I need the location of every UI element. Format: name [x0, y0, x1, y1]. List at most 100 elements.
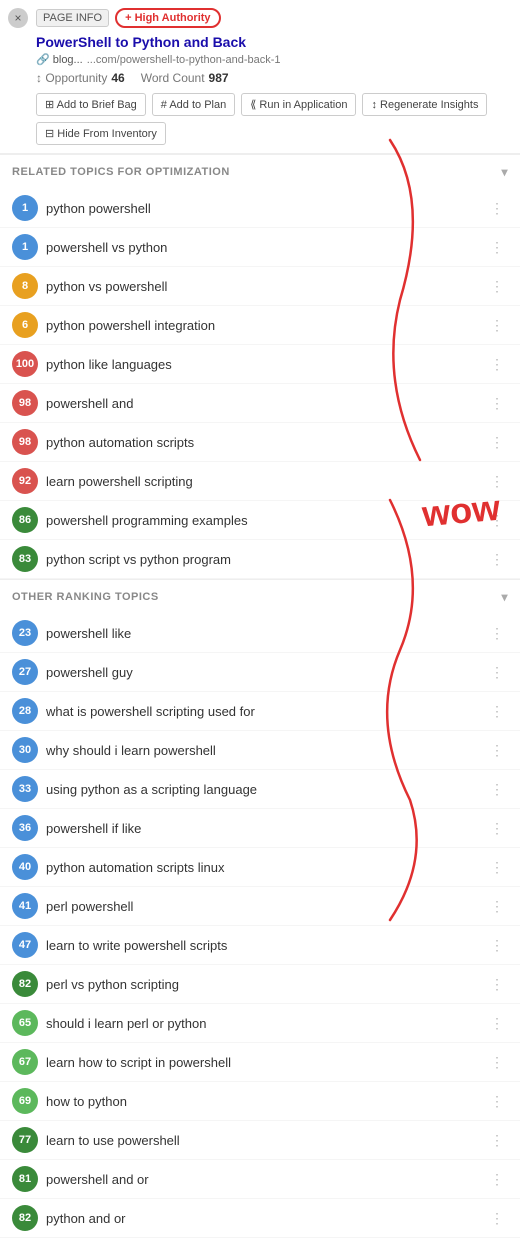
topic-menu-icon[interactable]: ⋮ — [486, 198, 508, 219]
topic-text: python automation scripts linux — [46, 860, 478, 875]
topic-menu-icon[interactable]: ⋮ — [486, 354, 508, 375]
score-badge: 92 — [12, 468, 38, 494]
other-ranking-header: OTHER RANKING TOPICS ▾ — [0, 579, 520, 614]
score-badge: 98 — [12, 429, 38, 455]
list-item: 81powershell and or⋮ — [0, 1160, 520, 1199]
topic-text: powershell and — [46, 396, 478, 411]
topic-text: powershell if like — [46, 821, 478, 836]
list-item: 28 what is powershell scripting used for ⋮ — [0, 692, 520, 731]
topic-menu-icon[interactable]: ⋮ — [486, 1130, 508, 1151]
related-topics-label: RELATED TOPICS FOR OPTIMIZATION — [12, 166, 230, 178]
topic-text: learn how to script in powershell — [46, 1055, 478, 1070]
topic-menu-icon[interactable]: ⋮ — [486, 276, 508, 297]
hide-row: ⊟ Hide From Inventory — [36, 122, 508, 145]
list-item: 82perl vs python scripting⋮ — [0, 965, 520, 1004]
opportunity-label: ↕ Opportunity — [36, 71, 107, 85]
metrics-row: ↕ Opportunity 46 Word Count 987 — [36, 71, 508, 85]
topic-menu-icon[interactable]: ⋮ — [486, 432, 508, 453]
opportunity-metric: ↕ Opportunity 46 — [36, 71, 125, 85]
topic-menu-icon[interactable]: ⋮ — [486, 1208, 508, 1229]
word-count-label: Word Count — [141, 71, 205, 85]
topic-menu-icon[interactable]: ⋮ — [486, 818, 508, 839]
list-item: 67 learn how to script in powershell ⋮ — [0, 1043, 520, 1082]
topic-text: powershell programming examples — [46, 513, 478, 528]
topic-menu-icon[interactable]: ⋮ — [486, 510, 508, 531]
topic-menu-icon[interactable]: ⋮ — [486, 857, 508, 878]
topic-text: what is powershell scripting used for — [46, 704, 478, 719]
topic-menu-icon[interactable]: ⋮ — [486, 1169, 508, 1190]
hide-inventory-button[interactable]: ⊟ Hide From Inventory — [36, 122, 166, 145]
topic-menu-icon[interactable]: ⋮ — [486, 896, 508, 917]
other-ranking-chevron[interactable]: ▾ — [501, 590, 508, 604]
score-badge: 69 — [12, 1088, 38, 1114]
topic-text: why should i learn powershell — [46, 743, 478, 758]
score-badge: 83 — [12, 546, 38, 572]
add-plan-button[interactable]: # Add to Plan — [152, 93, 235, 116]
score-badge: 67 — [12, 1049, 38, 1075]
score-badge: 8 — [12, 273, 38, 299]
url-label: 🔗 blog... — [36, 53, 83, 66]
score-badge: 36 — [12, 815, 38, 841]
list-item: 47learn to write powershell scripts⋮ — [0, 926, 520, 965]
list-item: 92 learn powershell scripting ⋮ — [0, 462, 520, 501]
topic-text: learn powershell scripting — [46, 474, 478, 489]
list-item: 27 powershell guy ⋮ — [0, 653, 520, 692]
score-badge: 30 — [12, 737, 38, 763]
close-button[interactable]: × — [8, 8, 28, 28]
score-badge: 98 — [12, 390, 38, 416]
topic-menu-icon[interactable]: ⋮ — [486, 623, 508, 644]
topic-menu-icon[interactable]: ⋮ — [486, 935, 508, 956]
score-badge: 28 — [12, 698, 38, 724]
other-ranking-list: 23powershell like⋮27powershell guy⋮28wha… — [0, 614, 520, 1238]
topic-text: python and or — [46, 1211, 478, 1226]
related-topics-chevron[interactable]: ▾ — [501, 165, 508, 179]
other-ranking-label: OTHER RANKING TOPICS — [12, 591, 159, 603]
topic-text: python script vs python program — [46, 552, 478, 567]
topic-text: python vs powershell — [46, 279, 478, 294]
page-info-tag: PAGE INFO — [36, 9, 109, 27]
list-item: 6python powershell integration⋮ — [0, 306, 520, 345]
actions-row: ⊞ Add to Brief Bag # Add to Plan ⟪ Run i… — [36, 93, 508, 116]
topic-text: how to python — [46, 1094, 478, 1109]
topic-text: using python as a scripting language — [46, 782, 478, 797]
word-count-metric: Word Count 987 — [141, 71, 229, 85]
topic-menu-icon[interactable]: ⋮ — [486, 393, 508, 414]
topic-text: perl powershell — [46, 899, 478, 914]
topic-menu-icon[interactable]: ⋮ — [486, 237, 508, 258]
topic-menu-icon[interactable]: ⋮ — [486, 549, 508, 570]
score-badge: 86 — [12, 507, 38, 533]
opportunity-value: 46 — [111, 71, 124, 85]
score-badge: 41 — [12, 893, 38, 919]
topic-text: powershell guy — [46, 665, 478, 680]
topic-menu-icon[interactable]: ⋮ — [486, 1052, 508, 1073]
topic-menu-icon[interactable]: ⋮ — [486, 1013, 508, 1034]
high-authority-tag[interactable]: + High Authority — [115, 8, 220, 28]
list-item: 23powershell like⋮ — [0, 614, 520, 653]
topic-menu-icon[interactable]: ⋮ — [486, 662, 508, 683]
topic-menu-icon[interactable]: ⋮ — [486, 740, 508, 761]
topic-text: learn to use powershell — [46, 1133, 478, 1148]
score-badge: 77 — [12, 1127, 38, 1153]
topic-text: python like languages — [46, 357, 478, 372]
topic-menu-icon[interactable]: ⋮ — [486, 701, 508, 722]
list-item: 41 perl powershell ⋮ — [0, 887, 520, 926]
score-badge: 33 — [12, 776, 38, 802]
word-count-value: 987 — [209, 71, 229, 85]
run-application-button[interactable]: ⟪ Run in Application — [241, 93, 356, 116]
topic-menu-icon[interactable]: ⋮ — [486, 1091, 508, 1112]
list-item: 8 python vs powershell ⋮ — [0, 267, 520, 306]
topic-menu-icon[interactable]: ⋮ — [486, 974, 508, 995]
list-item: 36 powershell if like ⋮ — [0, 809, 520, 848]
score-badge: 27 — [12, 659, 38, 685]
topic-menu-icon[interactable]: ⋮ — [486, 315, 508, 336]
add-brief-button[interactable]: ⊞ Add to Brief Bag — [36, 93, 146, 116]
topic-menu-icon[interactable]: ⋮ — [486, 471, 508, 492]
score-badge: 1 — [12, 234, 38, 260]
related-topics-list: 1python powershell⋮1powershell vs python… — [0, 189, 520, 579]
regenerate-insights-button[interactable]: ↕ Regenerate Insights — [362, 93, 487, 116]
topic-text: powershell and or — [46, 1172, 478, 1187]
topic-menu-icon[interactable]: ⋮ — [486, 779, 508, 800]
topic-text: powershell like — [46, 626, 478, 641]
score-badge: 82 — [12, 971, 38, 997]
score-badge: 1 — [12, 195, 38, 221]
